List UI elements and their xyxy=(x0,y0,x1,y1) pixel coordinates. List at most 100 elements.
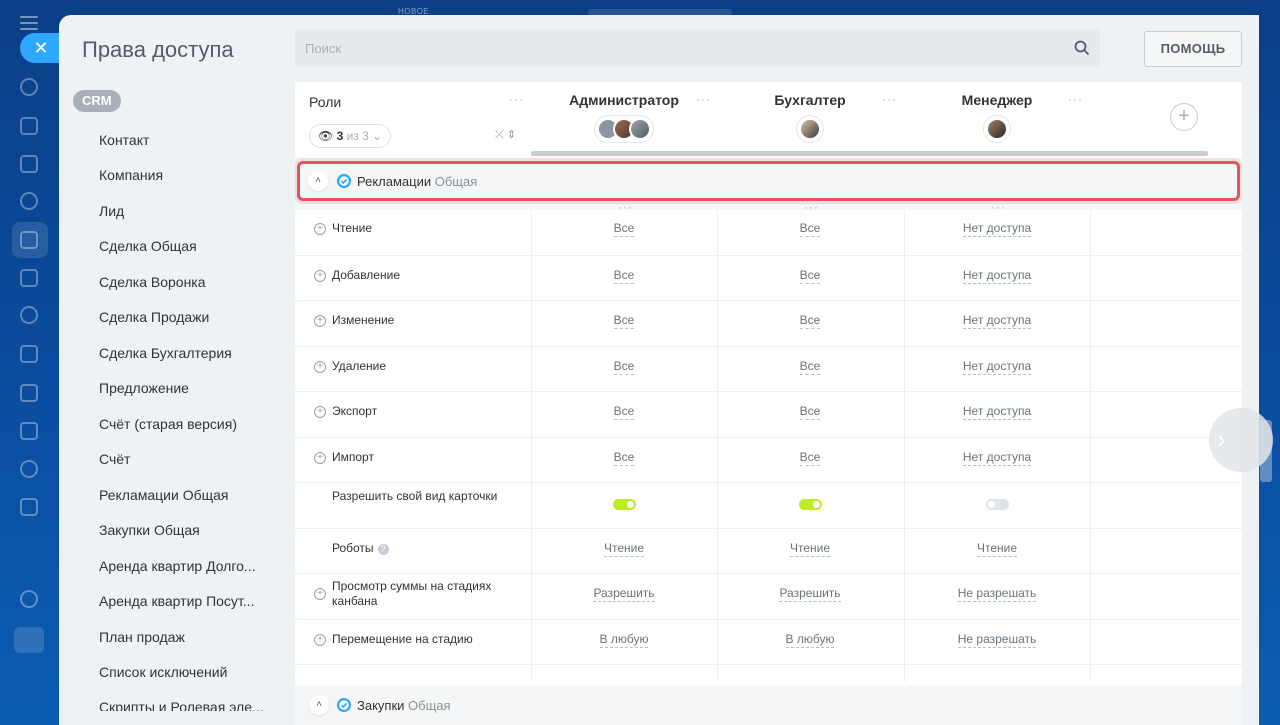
nav-item[interactable]: Рекламации Общая xyxy=(99,487,269,503)
robot-icon[interactable] xyxy=(20,306,38,324)
permission-cell[interactable]: Нет доступа xyxy=(904,221,1090,237)
visible-roles-filter[interactable]: 👁 3 из 3 ⌄ xyxy=(309,124,392,148)
section-type: Общая xyxy=(434,174,478,189)
funnel-icon[interactable] xyxy=(20,231,38,249)
permission-cell[interactable]: Нет доступа xyxy=(904,449,1090,466)
permission-cell[interactable]: Все xyxy=(531,358,717,375)
add-role-button[interactable]: + xyxy=(1170,103,1198,131)
nav-item[interactable]: Сделка Продажи xyxy=(99,309,269,325)
nav-item[interactable]: Скрипты и Ролевая эле... xyxy=(99,699,269,711)
row-label: Роботы? xyxy=(332,541,522,556)
permission-cell[interactable]: Все xyxy=(531,449,717,466)
expand-plus-icon[interactable]: + xyxy=(314,223,326,235)
collapse-expand-icon[interactable]: ⤫ ⇕ xyxy=(495,128,516,142)
nav-item[interactable]: Аренда квартир Долго... xyxy=(99,558,269,574)
permission-value: В любую xyxy=(785,631,835,648)
permission-cell[interactable]: Нет доступа xyxy=(904,358,1090,375)
permission-cell[interactable]: Все xyxy=(531,221,717,237)
mail-icon[interactable] xyxy=(20,422,38,440)
role-members-manager[interactable] xyxy=(904,115,1090,143)
nav-item[interactable]: План продаж xyxy=(99,629,269,645)
nav-item[interactable]: Счёт xyxy=(99,451,269,467)
permission-cell[interactable]: Все xyxy=(717,267,903,284)
permission-cell[interactable]: Нет доступа xyxy=(904,267,1090,284)
more-icon[interactable]: ··· xyxy=(509,93,524,105)
role-members-accountant[interactable] xyxy=(717,115,903,143)
permission-cell[interactable]: В любую xyxy=(531,631,717,648)
nav-item[interactable]: Контакт xyxy=(99,132,269,148)
chevron-up-icon[interactable]: ˄ xyxy=(308,171,328,191)
monitor-icon[interactable] xyxy=(20,498,38,516)
expand-plus-icon[interactable]: + xyxy=(314,315,326,327)
nav-item[interactable]: Лид xyxy=(99,203,269,219)
crm-icon[interactable] xyxy=(20,78,38,96)
avatar xyxy=(986,118,1008,140)
permission-value: Не разрешать xyxy=(957,586,1037,602)
users-icon[interactable] xyxy=(20,460,38,478)
custom-card-toggle[interactable] xyxy=(986,499,1009,510)
crm-badge[interactable]: CRM xyxy=(73,90,121,112)
close-slider-button[interactable]: ✕ xyxy=(20,33,60,63)
permission-cell[interactable]: В любую xyxy=(717,631,903,648)
nav-item[interactable]: Предложение xyxy=(99,380,269,396)
more-icon[interactable]: ··· xyxy=(882,93,897,105)
permission-cell[interactable]: Все xyxy=(717,221,903,237)
expand-plus-icon[interactable]: + xyxy=(314,406,326,418)
nav-item[interactable]: Сделка Общая xyxy=(99,238,269,254)
expand-plus-icon[interactable]: + xyxy=(314,588,326,600)
permission-cell[interactable]: Все xyxy=(717,404,903,420)
chevron-right-icon[interactable]: › xyxy=(1209,408,1273,472)
permission-cell[interactable]: Все xyxy=(531,404,717,420)
permission-cell[interactable]: Разрешить xyxy=(717,586,903,602)
gear-icon[interactable] xyxy=(20,590,38,608)
nav-item[interactable]: Сделка Воронка xyxy=(99,274,269,290)
expand-plus-icon[interactable]: + xyxy=(314,360,326,373)
nav-item[interactable]: Сделка Бухгалтерия xyxy=(99,345,269,361)
permission-cell[interactable]: Не разрешать xyxy=(904,631,1090,648)
section-row: ˄ Рекламации Общая ··· ··· ··· xyxy=(295,158,1242,213)
tasks-icon[interactable] xyxy=(20,117,38,135)
search-input[interactable] xyxy=(295,30,1100,66)
custom-card-toggle[interactable] xyxy=(799,499,822,510)
more-icon[interactable]: ··· xyxy=(1068,93,1083,105)
chevron-up-icon[interactable]: ˄ xyxy=(309,695,329,715)
permission-cell[interactable]: Все xyxy=(717,449,903,466)
document-icon[interactable] xyxy=(20,345,38,363)
hexagon-icon[interactable] xyxy=(20,192,38,210)
expand-plus-icon[interactable]: + xyxy=(314,451,326,464)
permission-cell[interactable]: Чтение xyxy=(717,540,903,557)
permission-value: Все xyxy=(799,449,821,466)
permission-cell[interactable]: Все xyxy=(531,313,717,329)
nav-item[interactable]: Список исключений xyxy=(99,664,269,680)
expand-plus-icon[interactable]: + xyxy=(314,633,326,646)
permission-cell[interactable]: Нет доступа xyxy=(904,313,1090,329)
permission-cell[interactable]: Разрешить xyxy=(531,586,717,602)
calendar-icon[interactable] xyxy=(20,269,38,287)
role-members-admin[interactable] xyxy=(531,115,717,143)
custom-card-toggle[interactable] xyxy=(613,499,636,510)
permission-cell[interactable]: Все xyxy=(717,313,903,329)
row-label: Перемещение на стадию xyxy=(332,631,473,646)
help-button[interactable]: ПОМОЩЬ xyxy=(1144,31,1242,67)
row-label: Разрешить свой вид карточки xyxy=(332,489,498,503)
menu-icon[interactable] xyxy=(20,16,38,30)
search-icon[interactable] xyxy=(1074,40,1090,56)
permission-cell[interactable]: Все xyxy=(531,267,717,284)
permission-cell[interactable]: Чтение xyxy=(531,540,717,557)
permission-cell[interactable]: Не разрешать xyxy=(904,586,1090,602)
chat-icon[interactable] xyxy=(20,155,38,173)
nav-item[interactable]: Счёт (старая версия) xyxy=(99,416,269,432)
permission-cell[interactable]: Чтение xyxy=(904,540,1090,557)
permission-cell[interactable]: Нет доступа xyxy=(904,404,1090,420)
more-icon[interactable]: ··· xyxy=(696,93,711,105)
nav-item[interactable]: Аренда квартир Посут... xyxy=(99,593,269,609)
help-icon[interactable]: ? xyxy=(377,543,389,555)
horizontal-scrollbar[interactable] xyxy=(531,151,1208,156)
permission-cell[interactable]: Все xyxy=(717,358,903,375)
nav-item[interactable]: Компания xyxy=(99,167,269,183)
expand-plus-icon[interactable]: + xyxy=(314,269,326,282)
card-icon[interactable] xyxy=(20,384,38,402)
access-rights-panel: Права доступа ПОМОЩЬ CRM Контакт Компани… xyxy=(59,15,1259,725)
nav-item[interactable]: Закупки Общая xyxy=(99,522,269,538)
section-highlight[interactable]: ˄ Рекламации Общая xyxy=(297,161,1240,201)
